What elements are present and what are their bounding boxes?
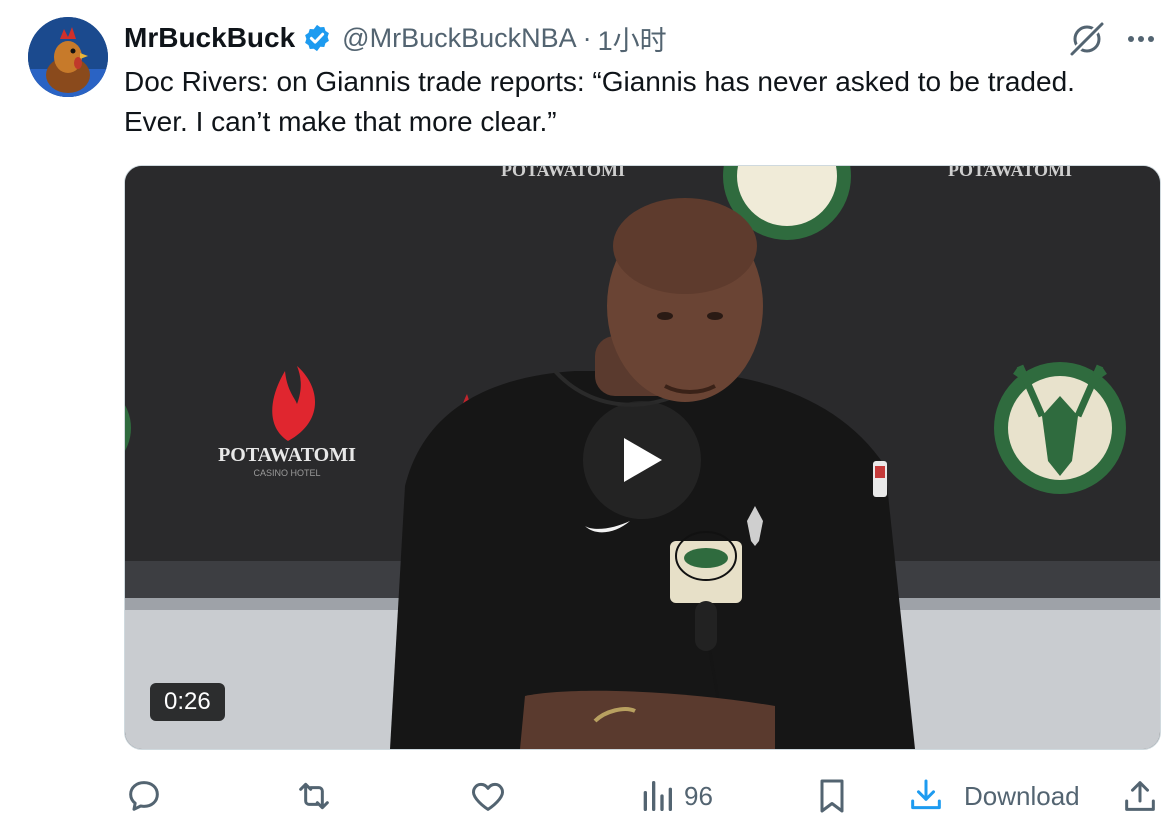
download-icon xyxy=(911,779,941,810)
bookmark-button[interactable] xyxy=(812,770,852,822)
reply-icon xyxy=(129,781,159,811)
views-count: 96 xyxy=(684,780,713,811)
video-player[interactable]: POTAWATOMI CASINO HOTEL POTAWATOMI POTAW… xyxy=(124,165,1161,750)
like-button[interactable] xyxy=(468,770,508,822)
tweet-header: MrBuckBuck @MrBuckBuckNBA · 1小时 xyxy=(124,18,667,58)
play-icon xyxy=(624,438,662,482)
sponsor-sub-left: CASINO HOTEL xyxy=(253,468,320,478)
sponsor-logo-top-center: POTAWATOMI xyxy=(501,166,625,180)
more-icon[interactable] xyxy=(1122,20,1160,58)
download-label: Download xyxy=(964,780,1080,811)
video-duration: 0:26 xyxy=(150,683,225,721)
views-icon xyxy=(643,781,672,811)
reply-button[interactable] xyxy=(124,770,164,822)
header-separator: · xyxy=(582,22,592,53)
verified-icon[interactable] xyxy=(302,23,332,53)
grok-icon[interactable] xyxy=(1068,20,1106,58)
bookmark-icon xyxy=(820,779,844,813)
share-button[interactable] xyxy=(1120,770,1160,822)
share-icon xyxy=(1125,781,1155,811)
retweet-button[interactable] xyxy=(294,770,334,822)
author-handle[interactable]: @MrBuckBuckNBA xyxy=(342,23,576,54)
author-name[interactable]: MrBuckBuck xyxy=(124,22,295,54)
play-button[interactable] xyxy=(583,401,701,519)
sponsor-logo-top-right: POTAWATOMI xyxy=(948,166,1072,180)
tweet-timestamp[interactable]: 1小时 xyxy=(598,19,667,58)
download-button[interactable]: Download xyxy=(906,770,1080,822)
tweet-text: Doc Rivers: on Giannis trade reports: “G… xyxy=(124,66,1075,137)
tweet-action-bar: 96 Download xyxy=(124,770,1164,822)
like-icon xyxy=(472,782,504,811)
author-avatar[interactable] xyxy=(28,17,108,97)
sponsor-logo-left: POTAWATOMI xyxy=(218,444,356,466)
views-button[interactable]: 96 xyxy=(640,770,713,822)
retweet-icon xyxy=(299,782,329,810)
